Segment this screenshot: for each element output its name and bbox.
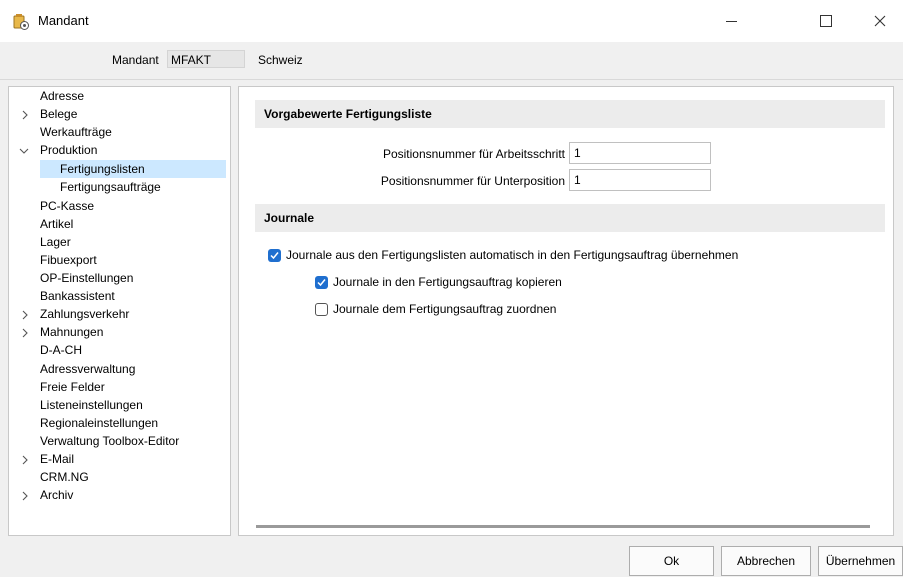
- horizontal-scrollbar[interactable]: [256, 525, 870, 528]
- tree-item-label: Artikel: [40, 217, 74, 231]
- checkbox-label: Journale in den Fertigungsauftrag kopier…: [333, 275, 562, 289]
- tree-item-fertigungsauftraege[interactable]: Fertigungsaufträge: [60, 178, 161, 196]
- minimize-icon: [725, 20, 737, 22]
- checkbox-journale-automatisch[interactable]: Journale aus den Fertigungslisten automa…: [268, 248, 738, 262]
- window-title: Mandant: [38, 13, 89, 28]
- tree-item-label: D-A-CH: [40, 343, 82, 357]
- close-button[interactable]: [857, 0, 903, 42]
- tree-item-op-einstellungen[interactable]: OP-Einstellungen: [40, 269, 133, 287]
- tree-item-zahlungsverkehr[interactable]: Zahlungsverkehr: [40, 305, 129, 323]
- checkbox-checked-icon[interactable]: [315, 275, 328, 289]
- tree-item-artikel[interactable]: Artikel: [40, 215, 73, 233]
- chevron-down-icon[interactable]: [19, 146, 29, 156]
- tree-item-label: OP-Einstellungen: [40, 271, 134, 285]
- tree-item-label: Zahlungsverkehr: [40, 307, 130, 321]
- tree-item-fertigungslisten[interactable]: Fertigungslisten: [40, 160, 226, 178]
- checkbox-journale-kopieren[interactable]: Journale in den Fertigungsauftrag kopier…: [315, 275, 562, 289]
- tree-item-label: Lager: [40, 235, 71, 249]
- tree-item-fibuexport[interactable]: Fibuexport: [40, 251, 97, 269]
- minimize-button[interactable]: [708, 0, 754, 42]
- checkbox-label: Journale aus den Fertigungslisten automa…: [286, 248, 739, 262]
- section-header-vorgabewerte: Vorgabewerte Fertigungsliste: [255, 100, 885, 128]
- tree-item-d-a-ch[interactable]: D-A-CH: [40, 341, 82, 359]
- mandant-bar: Mandant MFAKT Schweiz: [0, 42, 903, 80]
- tree-item-belege[interactable]: Belege: [40, 105, 77, 123]
- tree-item-label: Fibuexport: [40, 253, 97, 267]
- tree-item-label: Verwaltung Toolbox-Editor: [40, 434, 180, 448]
- tree-item-werkauftraege[interactable]: Werkaufträge: [40, 123, 112, 141]
- mandant-code-field: MFAKT: [167, 50, 245, 68]
- tree-item-label: Produktion: [40, 143, 98, 157]
- checkbox-journale-zuordnen[interactable]: Journale dem Fertigungsauftrag zuordnen: [315, 302, 556, 316]
- chevron-right-icon[interactable]: [20, 310, 30, 320]
- tree-item-pc-kasse[interactable]: PC-Kasse: [40, 197, 94, 215]
- section-header-journale: Journale: [255, 204, 885, 232]
- field-label-unterposition: Positionsnummer für Unterposition: [380, 174, 565, 188]
- tree-item-adresse[interactable]: Adresse: [40, 87, 84, 105]
- tree-item-regionaleinstellungen[interactable]: Regionaleinstellungen: [40, 414, 158, 432]
- tree-item-verwaltung-toolbox-editor[interactable]: Verwaltung Toolbox-Editor: [40, 432, 179, 450]
- tree-item-archiv[interactable]: Archiv: [40, 486, 73, 504]
- app-icon: [12, 13, 30, 31]
- tree-item-label: Regionaleinstellungen: [40, 416, 159, 430]
- tree-item-adressverwaltung[interactable]: Adressverwaltung: [40, 360, 135, 378]
- tree-item-label: Bankassistent: [40, 289, 115, 303]
- apply-button[interactable]: Übernehmen: [818, 546, 903, 576]
- chevron-right-icon[interactable]: [20, 328, 30, 338]
- tree-item-mahnungen[interactable]: Mahnungen: [40, 323, 103, 341]
- checkbox-label: Journale dem Fertigungsauftrag zuordnen: [333, 302, 557, 316]
- tree-item-label: Belege: [40, 107, 78, 121]
- settings-panel: Vorgabewerte Fertigungsliste Positionsnu…: [238, 86, 894, 536]
- chevron-right-icon[interactable]: [20, 455, 30, 465]
- tree-item-crm-ng[interactable]: CRM.NG: [40, 468, 89, 486]
- tree-item-label: Fertigungsaufträge: [60, 180, 161, 194]
- tree-item-listeneinstellungen[interactable]: Listeneinstellungen: [40, 396, 143, 414]
- settings-tree[interactable]: Adresse Belege Werkaufträge Produktion F…: [8, 86, 231, 536]
- ok-button[interactable]: Ok: [629, 546, 714, 576]
- chevron-right-icon[interactable]: [20, 491, 30, 501]
- tree-item-label: E-Mail: [40, 452, 75, 466]
- tree-item-e-mail[interactable]: E-Mail: [40, 450, 74, 468]
- tree-item-label: Adressverwaltung: [40, 362, 136, 376]
- close-icon: [874, 15, 886, 27]
- unterposition-input[interactable]: 1: [569, 169, 711, 191]
- tree-item-label: Fertigungslisten: [60, 162, 145, 176]
- tree-item-label: Adresse: [40, 89, 85, 103]
- tree-item-label: Freie Felder: [40, 380, 105, 394]
- tree-item-bankassistent[interactable]: Bankassistent: [40, 287, 115, 305]
- mandant-name: Schweiz: [258, 53, 303, 67]
- tree-item-label: CRM.NG: [40, 470, 89, 484]
- tree-item-label: Werkaufträge: [40, 125, 112, 139]
- tree-item-freie-felder[interactable]: Freie Felder: [40, 378, 105, 396]
- cancel-button[interactable]: Abbrechen: [721, 546, 811, 576]
- title-bar: Mandant: [0, 0, 903, 42]
- tree-item-label: Mahnungen: [40, 325, 104, 339]
- tree-item-label: Listeneinstellungen: [40, 398, 143, 412]
- tree-item-label: PC-Kasse: [40, 199, 95, 213]
- maximize-icon: [820, 15, 832, 27]
- tree-item-lager[interactable]: Lager: [40, 233, 71, 251]
- maximize-button[interactable]: [803, 0, 849, 42]
- tree-item-produktion[interactable]: Produktion: [40, 141, 97, 159]
- checkbox-checked-icon[interactable]: [268, 248, 281, 262]
- checkbox-unchecked-icon[interactable]: [315, 302, 328, 316]
- chevron-right-icon[interactable]: [20, 110, 30, 120]
- arbeitsschritt-input[interactable]: 1: [569, 142, 711, 164]
- tree-item-label: Archiv: [40, 488, 74, 502]
- field-label-arbeitsschritt: Positionsnummer für Arbeitsschritt: [382, 147, 565, 161]
- mandant-label: Mandant: [112, 53, 159, 67]
